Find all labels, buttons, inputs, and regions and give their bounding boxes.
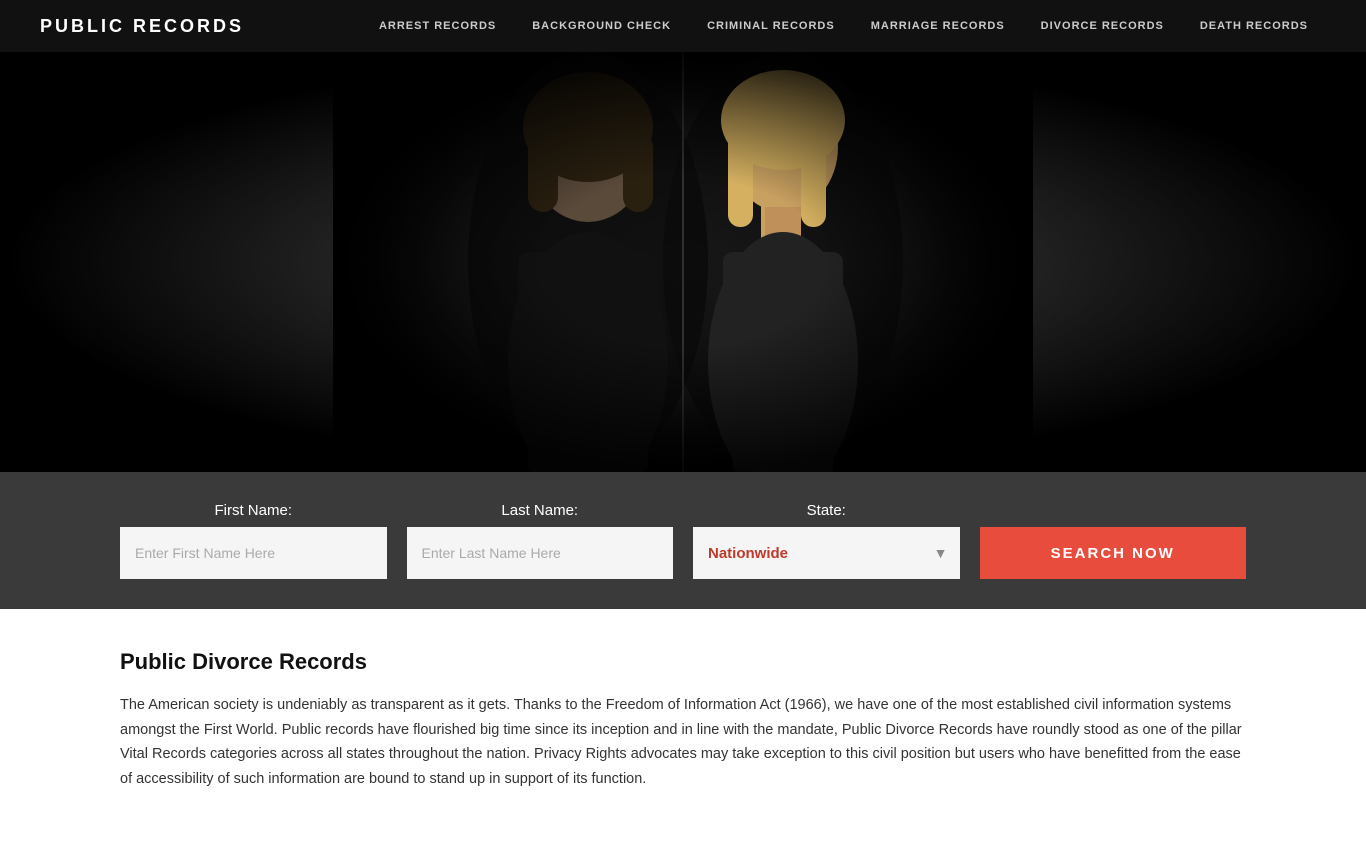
hero-couple-image xyxy=(333,52,1033,472)
first-name-field: First Name: xyxy=(120,502,387,579)
site-logo[interactable]: PUBLIC RECORDS xyxy=(40,16,244,37)
hero-section xyxy=(0,52,1366,472)
search-btn-container: SEARCH NOW xyxy=(980,527,1247,579)
main-nav: ARREST RECORDSBACKGROUND CHECKCRIMINAL R… xyxy=(361,20,1326,32)
search-now-button[interactable]: SEARCH NOW xyxy=(980,527,1247,579)
content-title: Public Divorce Records xyxy=(120,649,1246,675)
nav-link-criminal-records[interactable]: CRIMINAL RECORDS xyxy=(689,20,853,32)
nav-link-marriage-records[interactable]: MARRIAGE RECORDS xyxy=(853,20,1023,32)
state-select-wrapper: NationwideAlabamaAlaskaArizonaArkansasCa… xyxy=(693,527,960,579)
state-label: State: xyxy=(693,502,960,519)
last-name-field: Last Name: xyxy=(407,502,674,579)
nav-link-arrest-records[interactable]: ARREST RECORDS xyxy=(361,20,514,32)
site-header: PUBLIC RECORDS ARREST RECORDSBACKGROUND … xyxy=(0,0,1366,52)
search-section: First Name: Last Name: State: Nationwide… xyxy=(0,472,1366,609)
first-name-label: First Name: xyxy=(120,502,387,519)
last-name-input[interactable] xyxy=(407,527,674,579)
content-body: The American society is undeniably as tr… xyxy=(120,693,1246,792)
first-name-input[interactable] xyxy=(120,527,387,579)
nav-link-divorce-records[interactable]: DIVORCE RECORDS xyxy=(1023,20,1182,32)
last-name-label: Last Name: xyxy=(407,502,674,519)
state-field: State: NationwideAlabamaAlaskaArizonaArk… xyxy=(693,502,960,579)
nav-link-death-records[interactable]: DEATH RECORDS xyxy=(1182,20,1326,32)
content-section: Public Divorce Records The American soci… xyxy=(0,609,1366,852)
nav-link-background-check[interactable]: BACKGROUND CHECK xyxy=(514,20,689,32)
state-select[interactable]: NationwideAlabamaAlaskaArizonaArkansasCa… xyxy=(693,527,960,579)
